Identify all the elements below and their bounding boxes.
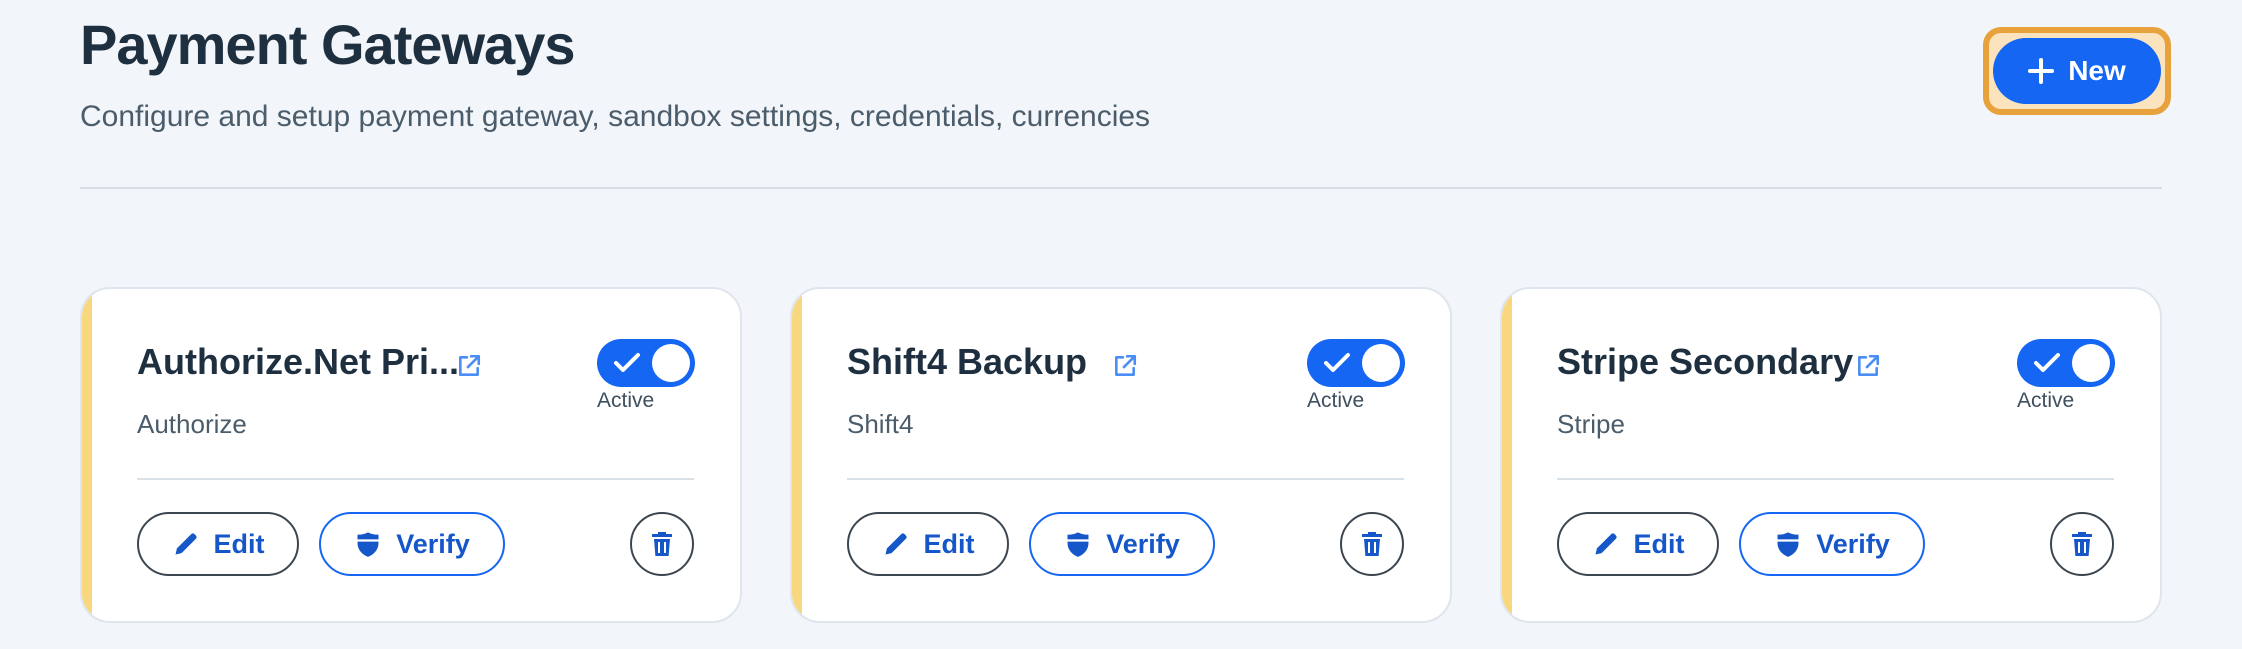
verify-button[interactable]: Verify xyxy=(319,512,505,576)
status-label: Active xyxy=(597,389,655,412)
verify-button[interactable]: Verify xyxy=(1029,512,1215,576)
active-toggle[interactable] xyxy=(1307,339,1405,387)
pencil-icon xyxy=(175,533,197,555)
toggle-knob xyxy=(652,344,690,382)
shield-icon xyxy=(357,532,379,557)
verify-button[interactable]: Verify xyxy=(1739,512,1925,576)
trash-icon xyxy=(2072,532,2092,556)
plus-icon xyxy=(2028,58,2055,84)
shield-icon xyxy=(1777,532,1799,557)
edit-button[interactable]: Edit xyxy=(1557,512,1719,576)
card-accent-stripe xyxy=(792,289,802,621)
new-button-focus-ring: New xyxy=(1983,27,2171,115)
pencil-icon xyxy=(885,533,907,555)
trash-icon xyxy=(652,532,672,556)
verify-label: Verify xyxy=(1816,528,1890,559)
status-label: Active xyxy=(2017,389,2075,412)
delete-button[interactable] xyxy=(2050,512,2114,576)
header-divider xyxy=(80,187,2162,189)
verify-label: Verify xyxy=(1106,528,1180,559)
card-divider xyxy=(137,478,694,480)
page-title: Payment Gateways xyxy=(80,13,575,76)
page-subtitle: Configure and setup payment gateway, san… xyxy=(80,100,1151,133)
delete-button[interactable] xyxy=(1340,512,1404,576)
toggle-knob xyxy=(2072,344,2110,382)
external-link-icon[interactable] xyxy=(1112,353,1138,379)
gateway-provider: Authorize xyxy=(137,409,247,439)
edit-button[interactable]: Edit xyxy=(847,512,1009,576)
new-gateway-button[interactable]: New xyxy=(1993,38,2161,104)
gateway-provider: Shift4 xyxy=(847,409,914,439)
verify-label: Verify xyxy=(396,528,470,559)
toggle-knob xyxy=(1362,344,1400,382)
gateway-card: Authorize.Net Pri... Authorize Active Ed… xyxy=(80,287,742,623)
gateway-name: Stripe Secondary xyxy=(1557,341,1854,382)
external-link-icon[interactable] xyxy=(1855,353,1881,379)
edit-button[interactable]: Edit xyxy=(137,512,299,576)
external-link-icon[interactable] xyxy=(456,353,482,379)
delete-button[interactable] xyxy=(630,512,694,576)
page-header: Payment Gateways Configure and setup pay… xyxy=(80,0,2162,190)
pencil-icon xyxy=(1595,533,1617,555)
trash-icon xyxy=(1362,532,1382,556)
card-accent-stripe xyxy=(1502,289,1512,621)
shield-icon xyxy=(1067,532,1089,557)
check-icon xyxy=(2034,353,2060,372)
new-button-label: New xyxy=(2068,55,2126,86)
edit-label: Edit xyxy=(923,528,975,559)
check-icon xyxy=(614,353,640,372)
gateway-card: Shift4 Backup Shift4 Active Edit Verify xyxy=(790,287,1452,623)
gateway-card: Stripe Secondary Stripe Active Edit Veri… xyxy=(1500,287,2162,623)
edit-label: Edit xyxy=(213,528,265,559)
check-icon xyxy=(1324,353,1350,372)
status-label: Active xyxy=(1307,389,1365,412)
gateway-provider: Stripe xyxy=(1557,409,1625,439)
card-divider xyxy=(847,478,1404,480)
gateway-card-list: Authorize.Net Pri... Authorize Active Ed… xyxy=(80,287,2162,625)
card-divider xyxy=(1557,478,2114,480)
active-toggle[interactable] xyxy=(2017,339,2115,387)
edit-label: Edit xyxy=(1633,528,1685,559)
card-accent-stripe xyxy=(82,289,92,621)
active-toggle[interactable] xyxy=(597,339,695,387)
gateway-name: Authorize.Net Pri... xyxy=(137,341,460,382)
gateway-name: Shift4 Backup xyxy=(847,341,1088,382)
